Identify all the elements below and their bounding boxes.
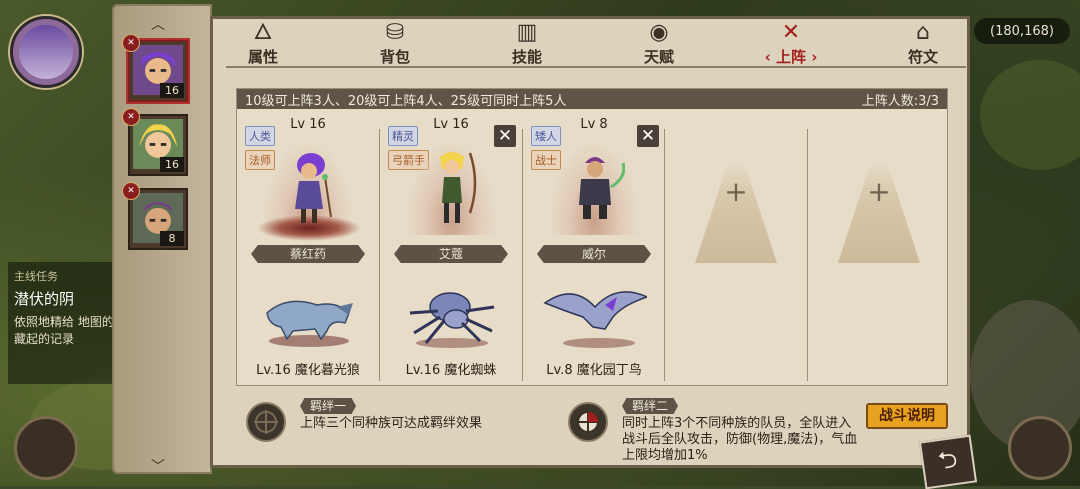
- mage-hero-figure: [295, 153, 332, 223]
- lineup-count: 上阵人数:3/3: [861, 93, 939, 109]
- tab-backpack[interactable]: ⛁ 背包: [360, 20, 430, 66]
- roster-scroll-up-icon[interactable]: ︿: [148, 18, 168, 32]
- action-button[interactable]: [1008, 416, 1072, 480]
- bond-two-icon[interactable]: [568, 402, 608, 442]
- tab-label: 背包: [379, 48, 410, 66]
- eye-icon: ◉: [649, 20, 669, 45]
- lineup-slot-5-empty[interactable]: +: [808, 117, 950, 373]
- warrior-hero-figure: [579, 157, 625, 219]
- roster-level: 16: [160, 83, 184, 98]
- pet-name: Lv.16 魔化蜘蛛: [405, 363, 497, 378]
- tab-label: 天赋: [643, 48, 674, 66]
- hero-nameplate: 威尔: [537, 245, 651, 263]
- bond-two-title: 羁绊二: [622, 398, 679, 414]
- remove-hero-button[interactable]: ✕: [637, 125, 659, 147]
- crossed-swords-icon: ✕: [781, 20, 801, 45]
- tab-runes[interactable]: ⌂ 符文: [888, 20, 958, 66]
- bond-one-title: 羁绊一: [300, 398, 357, 414]
- lineup-slot-2[interactable]: Lv 16 精灵 弓箭手 ✕ 艾蔻 Lv.16 魔化蜘蛛: [380, 117, 522, 378]
- roster-level: 16: [160, 157, 184, 172]
- roster-status-badge: ✕: [122, 182, 140, 200]
- backpack-icon: ⛁: [385, 20, 405, 45]
- tab-label: 属性: [247, 48, 278, 66]
- archer-hero-figure: [440, 152, 477, 223]
- quest-title: 潜伏的阴: [14, 290, 75, 308]
- back-button[interactable]: ⮌: [918, 434, 978, 489]
- add-hero-icon[interactable]: +: [723, 178, 749, 206]
- lineup-rule-text: 10级可上阵3人、20级可上阵4人、25级可同时上阵5人: [245, 93, 567, 109]
- book-icon: ▥: [516, 20, 538, 45]
- tab-talent[interactable]: ◉ 天赋: [624, 20, 694, 66]
- map-coordinates: (180,168): [974, 18, 1070, 44]
- quest-description: 依照地精给 地图的 藏起的记录: [14, 315, 114, 346]
- quest-tracker[interactable]: 主线任务 潜伏的阴 依照地精给 地图的 藏起的记录: [8, 262, 124, 384]
- battle-info-button[interactable]: 战斗说明: [866, 403, 948, 429]
- remove-hero-button[interactable]: ✕: [494, 125, 516, 147]
- lineup-slot-3[interactable]: Lv 8 矮人 战士 ✕ 威尔 Lv.8 魔化园丁鸟: [523, 117, 665, 378]
- pet-name: Lv.8 魔化园丁鸟: [546, 363, 642, 378]
- lineup-frame: 10级可上阵3人、20级可上阵4人、25级可同时上阵5人 上阵人数:3/3 Lv…: [236, 88, 948, 386]
- tab-attributes[interactable]: 🜂 属性: [228, 20, 298, 66]
- player-avatar[interactable]: [10, 16, 82, 88]
- hero-nameplate: 蔡红药: [251, 245, 365, 263]
- roster-hero-1[interactable]: ✕ 16: [122, 34, 188, 102]
- wolf-pet-figure: [266, 300, 353, 347]
- tab-label: 上阵: [765, 46, 818, 67]
- bond-one-text: 上阵三个同种族可达成羁绊效果: [300, 416, 483, 431]
- roster-status-badge: ✕: [122, 34, 140, 52]
- roster-status-badge: ✕: [122, 108, 140, 126]
- tab-divider: [226, 66, 966, 68]
- flame-icon: 🜂: [253, 20, 273, 45]
- rune-icon: ⌂: [916, 20, 930, 45]
- hero-nameplate: 艾蔻: [394, 245, 508, 263]
- roster-hero-3[interactable]: ✕ 8: [122, 182, 188, 250]
- quest-type: 主线任务: [14, 270, 58, 283]
- bond-one-icon[interactable]: [246, 402, 286, 442]
- lineup-slot-4-empty[interactable]: +: [665, 117, 807, 373]
- add-hero-icon[interactable]: +: [866, 178, 892, 206]
- tab-label: 技能: [511, 48, 542, 66]
- lineup-slot-1[interactable]: Lv 16 人类 法师 蔡红药 Lv.16 魔化暮光狼: [237, 117, 379, 378]
- bond-two-line-3: 上限均增加1%: [622, 448, 708, 463]
- lineup-header: 10级可上阵3人、20级可上阵4人、25级可同时上阵5人 上阵人数:3/3: [237, 89, 947, 109]
- map-button[interactable]: [14, 416, 78, 480]
- gardener-bird-pet-figure: [543, 291, 647, 348]
- tab-bar: 🜂 属性 ⛁ 背包 ▥ 技能 ◉ 天赋 ✕ 上阵 ⌂ 符文: [228, 20, 958, 66]
- pet-name: Lv.16 魔化暮光狼: [256, 363, 360, 378]
- spider-pet-figure: [409, 292, 495, 348]
- tab-skills[interactable]: ▥ 技能: [492, 20, 562, 66]
- tab-label: 符文: [907, 48, 938, 66]
- roster-level: 8: [160, 231, 184, 246]
- roster-scroll-down-icon[interactable]: ﹀: [148, 460, 168, 474]
- roster-hero-2[interactable]: ✕ 16: [122, 108, 188, 176]
- tab-lineup[interactable]: ✕ 上阵: [756, 20, 826, 66]
